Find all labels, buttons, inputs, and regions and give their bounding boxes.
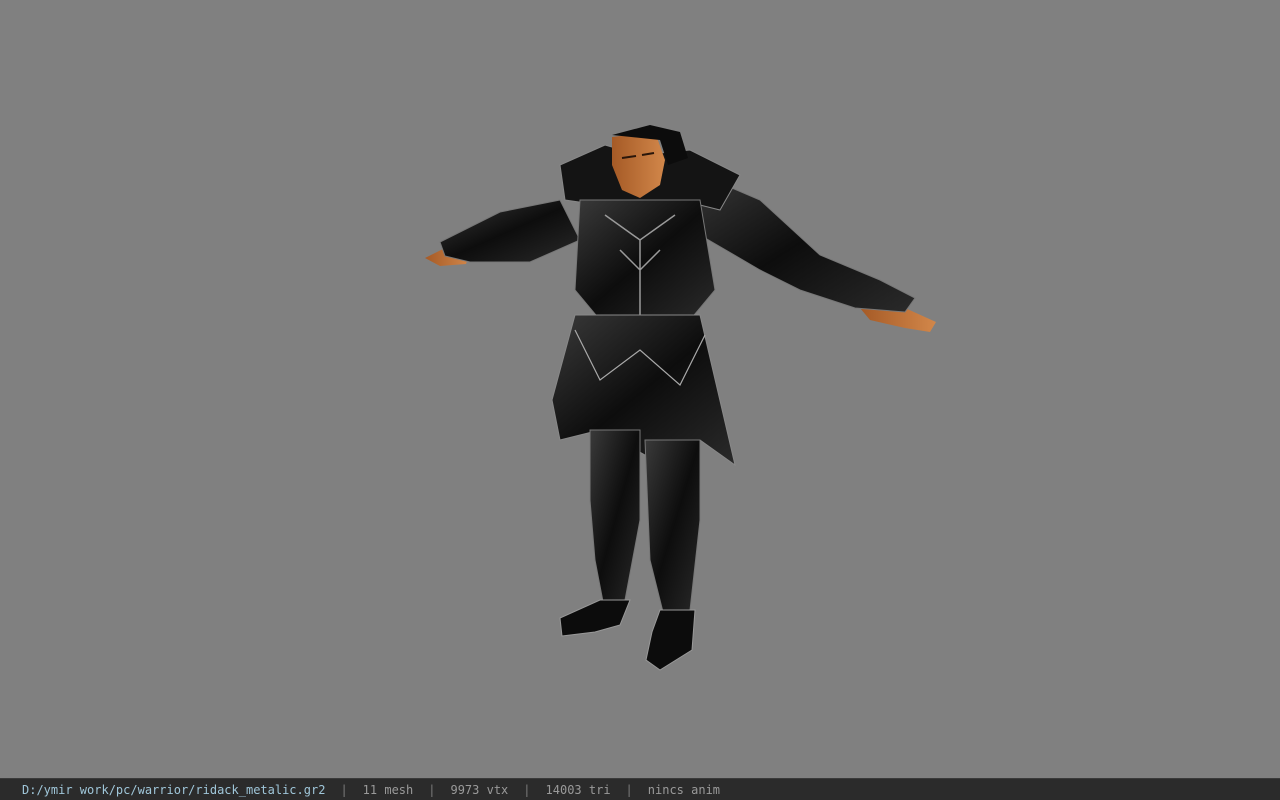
separator: | [523, 782, 531, 797]
separator: | [340, 782, 348, 797]
file-path: D:/ymir work/pc/warrior/ridack_metalic.g… [22, 782, 326, 797]
warrior-model [425, 125, 936, 671]
separator: | [428, 782, 436, 797]
separator: | [625, 782, 633, 797]
3d-viewport[interactable] [0, 0, 1280, 778]
status-bar: D:/ymir work/pc/warrior/ridack_metalic.g… [0, 778, 1280, 800]
triangle-count: 14003 tri [545, 782, 611, 797]
vertex-count: 9973 vtx [450, 782, 509, 797]
anim-status: nincs anim [647, 782, 721, 797]
mesh-count: 11 mesh [362, 782, 414, 797]
